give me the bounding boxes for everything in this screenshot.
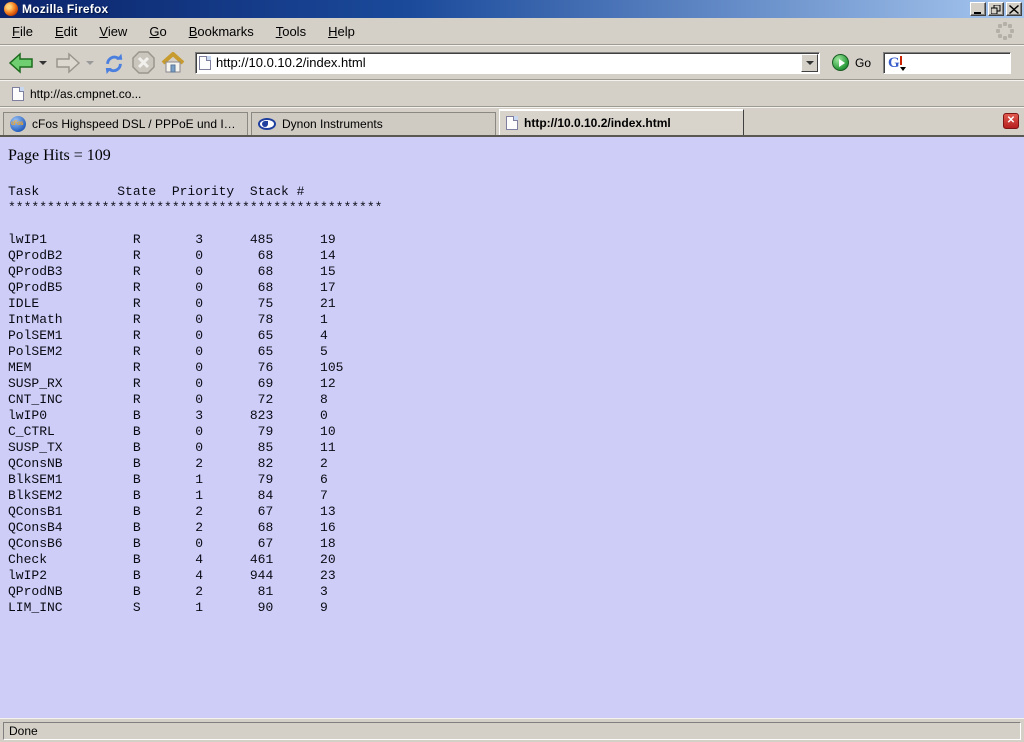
status-bar: Done bbox=[0, 718, 1024, 742]
back-arrow-icon bbox=[8, 52, 34, 74]
google-search-icon[interactable]: G bbox=[888, 55, 906, 71]
tab-label: http://10.0.10.2/index.html bbox=[524, 116, 671, 130]
bookmark-page-icon bbox=[12, 87, 24, 101]
go-play-icon bbox=[839, 59, 845, 67]
menu-bar: File Edit View Go Bookmarks Tools Help bbox=[0, 18, 1024, 45]
bookmark-label: http://as.cmpnet.co... bbox=[30, 87, 141, 101]
title-bar: Mozilla Firefox bbox=[0, 0, 1024, 18]
bookmarks-toolbar: http://as.cmpnet.co... bbox=[0, 80, 1024, 107]
bookmark-item[interactable]: http://as.cmpnet.co... bbox=[8, 85, 145, 103]
forward-arrow-icon bbox=[55, 52, 81, 74]
window-title: Mozilla Firefox bbox=[22, 2, 970, 16]
minimize-icon bbox=[973, 5, 983, 14]
close-tab-button[interactable]: ✕ bbox=[1003, 113, 1019, 129]
chevron-down-icon bbox=[806, 61, 814, 65]
home-icon bbox=[161, 52, 185, 74]
close-icon bbox=[1009, 5, 1019, 14]
page-hits-text: Page Hits = 109 bbox=[8, 147, 1024, 165]
tab-label: Dynon Instruments bbox=[282, 117, 383, 131]
menu-edit[interactable]: Edit bbox=[49, 21, 83, 42]
restore-button[interactable] bbox=[988, 2, 1004, 16]
forward-dropdown[interactable] bbox=[86, 61, 94, 65]
menu-tools[interactable]: Tools bbox=[270, 21, 312, 42]
url-bar[interactable]: http://10.0.10.2/index.html bbox=[195, 52, 820, 74]
tab-bar: cFos Highspeed DSL / PPPoE und ISDN CAP.… bbox=[0, 107, 1024, 137]
firefox-icon bbox=[4, 2, 18, 16]
cfos-favicon-icon bbox=[10, 116, 26, 132]
reload-icon bbox=[102, 52, 126, 74]
page-content: Page Hits = 109 Task State Priority Stac… bbox=[0, 137, 1024, 718]
url-history-dropdown[interactable] bbox=[801, 54, 818, 72]
menu-view[interactable]: View bbox=[93, 21, 133, 42]
tab-page-icon bbox=[506, 116, 518, 130]
search-input[interactable]: G bbox=[883, 52, 1011, 74]
tab-label: cFos Highspeed DSL / PPPoE und ISDN CAP.… bbox=[32, 117, 241, 131]
minimize-button[interactable] bbox=[970, 2, 986, 16]
restore-icon bbox=[991, 5, 1001, 14]
dynon-favicon-icon bbox=[258, 118, 276, 130]
status-text: Done bbox=[3, 722, 1021, 740]
url-input[interactable]: http://10.0.10.2/index.html bbox=[211, 55, 801, 70]
go-button[interactable] bbox=[832, 54, 849, 71]
back-dropdown[interactable] bbox=[39, 61, 47, 65]
stop-button[interactable] bbox=[130, 49, 157, 76]
home-button[interactable] bbox=[159, 50, 187, 76]
tab-active-index-page[interactable]: http://10.0.10.2/index.html bbox=[499, 109, 744, 135]
back-button[interactable] bbox=[6, 50, 36, 76]
forward-button[interactable] bbox=[53, 50, 83, 76]
close-button[interactable] bbox=[1006, 2, 1022, 16]
menu-file[interactable]: File bbox=[6, 21, 39, 42]
tab-cfos[interactable]: cFos Highspeed DSL / PPPoE und ISDN CAP.… bbox=[3, 112, 248, 135]
tab-dynon[interactable]: Dynon Instruments bbox=[251, 112, 496, 135]
task-table: Task State Priority Stack # ************… bbox=[8, 184, 1024, 616]
browser-window: Mozilla Firefox File Edit View Go Bookma bbox=[0, 0, 1024, 742]
page-icon bbox=[199, 56, 211, 70]
reload-button[interactable] bbox=[100, 50, 128, 76]
menu-go[interactable]: Go bbox=[143, 21, 172, 42]
menu-bookmarks[interactable]: Bookmarks bbox=[183, 21, 260, 42]
menu-help[interactable]: Help bbox=[322, 21, 361, 42]
navigation-toolbar: http://10.0.10.2/index.html Go G bbox=[0, 45, 1024, 80]
stop-icon bbox=[132, 51, 155, 74]
go-label[interactable]: Go bbox=[855, 56, 871, 70]
throbber-icon bbox=[996, 22, 1014, 40]
